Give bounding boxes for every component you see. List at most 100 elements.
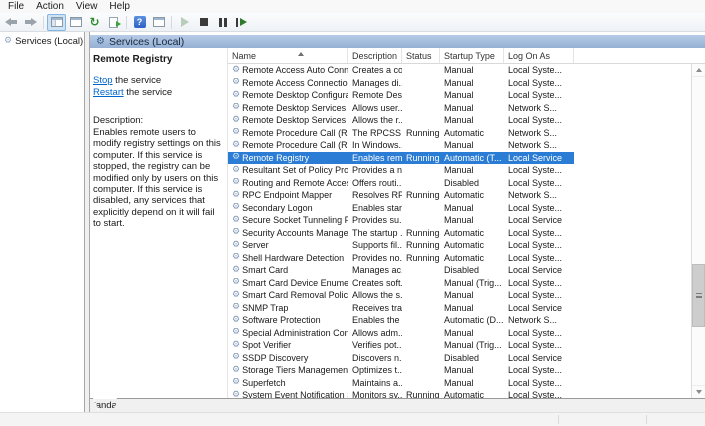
scroll-up-button[interactable] xyxy=(692,64,705,77)
service-description: Maintains a... xyxy=(348,378,402,388)
show-action-pane-button[interactable] xyxy=(149,14,168,31)
show-console-tree-icon xyxy=(51,17,63,27)
column-header-startup-type[interactable]: Startup Type xyxy=(440,48,504,63)
properties-button[interactable] xyxy=(66,14,85,31)
service-row[interactable]: ⚙System Event Notification S... Monitors… xyxy=(228,389,574,398)
service-row[interactable]: ⚙Remote Procedure Call (RP... In Windows… xyxy=(228,139,574,152)
service-row[interactable]: ⚙SNMP Trap Receives tra... Manual Local … xyxy=(228,302,574,315)
service-description: Enables rem... xyxy=(348,153,402,163)
service-status: Running xyxy=(402,153,440,163)
service-row[interactable]: ⚙Remote Desktop Configurat... Remote Des… xyxy=(228,89,574,102)
service-row[interactable]: ⚙Superfetch Maintains a... Manual Local … xyxy=(228,377,574,390)
service-row[interactable]: ⚙Smart Card Device Enumera... Creates so… xyxy=(228,277,574,290)
show-console-tree-button[interactable] xyxy=(47,14,66,31)
service-log-on-as: Local Syste... xyxy=(504,78,574,88)
service-startup-type: Automatic xyxy=(440,128,504,138)
service-description: Provides a n... xyxy=(348,165,402,175)
column-header-status[interactable]: Status xyxy=(402,48,440,63)
service-startup-type: Automatic xyxy=(440,228,504,238)
service-name: Remote Desktop Services U... xyxy=(242,115,348,125)
service-row[interactable]: ⚙Remote Desktop Services U... Allows the… xyxy=(228,114,574,127)
menu-view[interactable]: View xyxy=(70,1,104,12)
service-row[interactable]: ⚙Routing and Remote Access Offers routi.… xyxy=(228,177,574,190)
service-row[interactable]: ⚙Storage Tiers Management Optimizes t...… xyxy=(228,364,574,377)
pause-service-button[interactable] xyxy=(213,14,232,31)
menu-action[interactable]: Action xyxy=(30,1,70,12)
refresh-button[interactable]: ↻ xyxy=(85,14,104,31)
service-row[interactable]: ⚙Secure Socket Tunneling Pr... Provides … xyxy=(228,214,574,227)
stop-service-link[interactable]: Stop xyxy=(93,75,113,86)
service-row[interactable]: ⚙Software Protection Enables the ... Aut… xyxy=(228,314,574,327)
service-description: Allows the s... xyxy=(348,290,402,300)
service-name: Remote Access Connection... xyxy=(242,78,348,88)
service-gear-icon: ⚙ xyxy=(232,178,240,187)
service-row[interactable]: ⚙Secondary Logon Enables star... Manual … xyxy=(228,202,574,215)
service-log-on-as: Local Syste... xyxy=(504,378,574,388)
service-row[interactable]: ⚙Resultant Set of Policy Provi... Provid… xyxy=(228,164,574,177)
stop-service-button[interactable] xyxy=(194,14,213,31)
service-status: Running xyxy=(402,128,440,138)
service-row[interactable]: ⚙Remote Access Auto Conne... Creates a c… xyxy=(228,64,574,77)
service-row[interactable]: ⚙Shell Hardware Detection Provides no...… xyxy=(228,252,574,265)
menu-bar: File Action View Help xyxy=(0,0,705,13)
forward-button[interactable] xyxy=(21,14,40,31)
description-label: Description: xyxy=(93,115,223,126)
service-row[interactable]: ⚙Remote Procedure Call (RPC) The RPCSS .… xyxy=(228,127,574,140)
service-row[interactable]: ⚙SSDP Discovery Discovers n... Disabled … xyxy=(228,352,574,365)
service-row[interactable]: ⚙Special Administration Con... Allows ad… xyxy=(228,327,574,340)
service-name: System Event Notification S... xyxy=(242,390,348,398)
service-description: Provides su... xyxy=(348,215,402,225)
service-description: Monitors sy... xyxy=(348,390,402,398)
service-gear-icon: ⚙ xyxy=(232,328,240,337)
service-gear-icon: ⚙ xyxy=(232,316,240,325)
service-startup-type: Automatic (D... xyxy=(440,315,504,325)
vertical-scrollbar[interactable] xyxy=(691,64,705,398)
start-service-button[interactable] xyxy=(175,14,194,31)
service-description: Provides no... xyxy=(348,253,402,263)
column-header-log-on-as[interactable]: Log On As xyxy=(504,48,574,63)
service-log-on-as: Network S... xyxy=(504,103,574,113)
service-row[interactable]: ⚙Spot Verifier Verifies pot... Manual (T… xyxy=(228,339,574,352)
service-gear-icon: ⚙ xyxy=(232,341,240,350)
service-log-on-as: Local Service xyxy=(504,265,574,275)
service-row[interactable]: ⚙Security Accounts Manager The startup .… xyxy=(228,227,574,240)
pause-service-icon xyxy=(219,18,222,27)
back-button[interactable] xyxy=(2,14,21,31)
service-startup-type: Disabled xyxy=(440,178,504,188)
service-row[interactable]: ⚙Smart Card Manages ac... Disabled Local… xyxy=(228,264,574,277)
scroll-down-button[interactable] xyxy=(692,385,705,398)
service-description: Receives tra... xyxy=(348,303,402,313)
service-row[interactable]: ⚙Remote Access Connection... Manages di.… xyxy=(228,77,574,90)
main-panel: ⚙ Services (Local) Remote Registry Stop … xyxy=(89,32,705,412)
menu-help[interactable]: Help xyxy=(103,1,136,12)
help-button[interactable]: ? xyxy=(130,14,149,31)
restart-service-link[interactable]: Restart xyxy=(93,87,124,98)
toolbar-separator xyxy=(126,16,127,29)
service-row[interactable]: ⚙Remote Desktop Services Allows user... … xyxy=(228,102,574,115)
service-log-on-as: Local Syste... xyxy=(504,340,574,350)
service-row[interactable]: ⚙Server Supports fil... Running Automati… xyxy=(228,239,574,252)
service-startup-type: Manual xyxy=(440,65,504,75)
service-startup-type: Disabled xyxy=(440,353,504,363)
service-row[interactable]: ⚙RPC Endpoint Mapper Resolves RP... Runn… xyxy=(228,189,574,202)
service-row[interactable]: ⚙Smart Card Removal Policy Allows the s.… xyxy=(228,289,574,302)
menu-file[interactable]: File xyxy=(2,1,30,12)
column-header-description[interactable]: Description xyxy=(348,48,402,63)
service-name: Superfetch xyxy=(242,378,286,388)
export-list-button[interactable] xyxy=(104,14,123,31)
service-log-on-as: Network S... xyxy=(504,140,574,150)
service-description: Manages ac... xyxy=(348,265,402,275)
service-gear-icon: ⚙ xyxy=(232,266,240,275)
restart-service-line: Restart the service xyxy=(93,87,223,98)
service-log-on-as: Local Syste... xyxy=(504,115,574,125)
service-status: Running xyxy=(402,253,440,263)
service-gear-icon: ⚙ xyxy=(232,91,240,100)
service-name: Remote Desktop Configurat... xyxy=(242,90,348,100)
tree-item-services-local[interactable]: ⚙ Services (Local) xyxy=(0,35,84,48)
scrollbar-thumb[interactable] xyxy=(692,264,705,327)
service-row[interactable]: ⚙Remote Registry Enables rem... Running … xyxy=(228,152,574,165)
service-name: Secure Socket Tunneling Pr... xyxy=(242,215,348,225)
panel-header: ⚙ Services (Local) xyxy=(90,35,705,48)
column-header-name[interactable]: Name xyxy=(228,48,348,63)
restart-service-button[interactable] xyxy=(232,14,251,31)
